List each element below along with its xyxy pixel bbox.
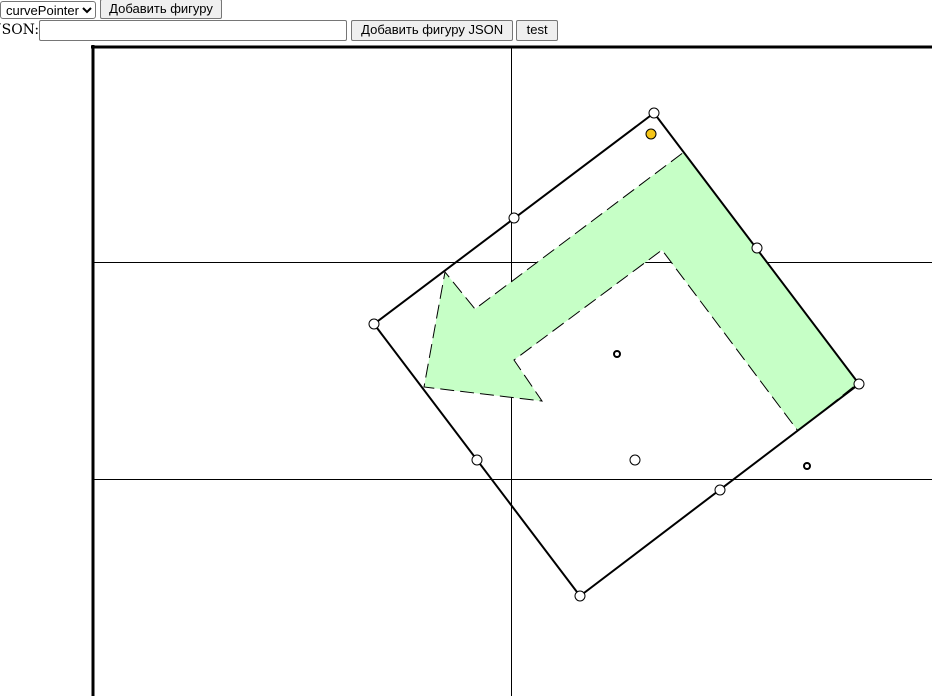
shape-type-select[interactable]: curvePointer (0, 0, 96, 19)
corner-handle-bottom[interactable] (574, 590, 586, 602)
edge-handle-top-right[interactable] (751, 242, 763, 254)
test-button[interactable]: test (516, 19, 559, 41)
add-shape-button[interactable]: Добавить фигуру (100, 0, 222, 19)
drawing-canvas[interactable] (91, 45, 932, 696)
add-shape-json-button[interactable]: Добавить фигуру JSON (351, 19, 514, 41)
pivot-handle[interactable] (629, 454, 641, 466)
rotation-handle[interactable] (645, 128, 657, 140)
corner-handle-right[interactable] (853, 378, 865, 390)
edge-handle-bottom-left[interactable] (471, 454, 483, 466)
anchor-point[interactable] (803, 462, 811, 470)
toolbar: curvePointer Добавить фигуру (0, 0, 222, 19)
edge-handle-bottom-right[interactable] (714, 484, 726, 496)
json-bar: JSON: Добавить фигуру JSON test (0, 19, 559, 41)
arrow-shape[interactable] (423, 151, 862, 432)
json-input[interactable] (39, 19, 348, 41)
json-label: JSON: (0, 22, 40, 38)
corner-handle-left[interactable] (368, 318, 380, 330)
edge-handle-top-left[interactable] (508, 212, 520, 224)
center-point[interactable] (613, 350, 621, 358)
corner-handle-top[interactable] (648, 107, 660, 119)
